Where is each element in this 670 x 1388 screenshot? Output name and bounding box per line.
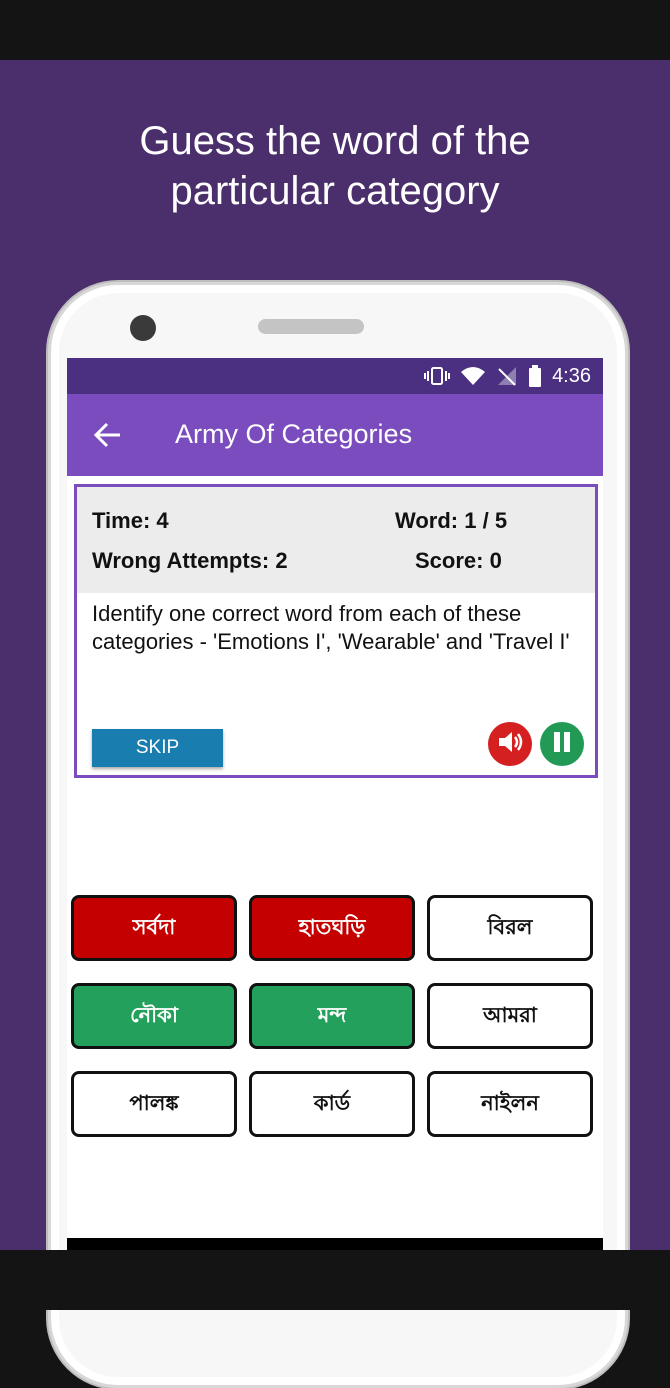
promo-headline: Guess the word of the particular categor… xyxy=(0,116,670,216)
word-tile[interactable]: মন্দ xyxy=(249,983,415,1049)
arrow-left-icon[interactable] xyxy=(93,421,123,449)
word-tile[interactable]: নৌকা xyxy=(71,983,237,1049)
word-tile[interactable]: বিরল xyxy=(427,895,593,961)
app-bar: Army Of Categories xyxy=(67,394,603,476)
word-label: কার্ড xyxy=(313,1090,351,1115)
wrong-attempts-stat: Wrong Attempts: 2 xyxy=(92,548,288,573)
phone-camera xyxy=(130,315,156,341)
pause-button[interactable] xyxy=(540,722,584,766)
sound-button[interactable] xyxy=(488,722,532,766)
speaker-icon xyxy=(495,727,525,762)
word-label: নাইলন xyxy=(481,1090,539,1115)
headline-line-2: particular category xyxy=(170,169,500,213)
vibrate-icon xyxy=(424,366,451,386)
stats-panel: Time: 4 Word: 1 / 5 Wrong Attempts: 2 Sc… xyxy=(77,487,595,593)
word-label: সর্বদা xyxy=(132,914,176,939)
word-label: মন্দ xyxy=(317,1002,347,1027)
word-tile[interactable]: সর্বদা xyxy=(71,895,237,961)
status-bar: 4:36 xyxy=(67,358,603,394)
score-stat: Score: 0 xyxy=(415,548,502,573)
word-progress-stat: Word: 1 / 5 xyxy=(395,508,508,533)
question-card: Time: 4 Word: 1 / 5 Wrong Attempts: 2 Sc… xyxy=(74,484,598,778)
word-tile[interactable]: নাইলন xyxy=(427,1071,593,1137)
no-signal-icon xyxy=(496,366,518,386)
question-text: Identify one correct word from each of t… xyxy=(92,601,570,654)
word-label: নৌকা xyxy=(130,1002,178,1027)
word-tile[interactable]: হাতঘড়ি xyxy=(249,895,415,961)
time-stat: Time: 4 xyxy=(92,508,169,533)
word-label: পালঙ্ক xyxy=(129,1090,179,1115)
battery-icon xyxy=(528,365,542,387)
app-title: Army Of Categories xyxy=(175,419,413,449)
phone-speaker xyxy=(258,319,364,334)
skip-button[interactable]: SKIP xyxy=(92,729,223,767)
status-icons: 4:36 xyxy=(424,358,591,394)
word-tile[interactable]: কার্ড xyxy=(249,1071,415,1137)
status-time: 4:36 xyxy=(552,364,591,387)
word-label: আমরা xyxy=(483,1002,537,1027)
bottom-strip xyxy=(0,1250,670,1310)
word-tile[interactable]: আমরা xyxy=(427,983,593,1049)
word-tile[interactable]: পালঙ্ক xyxy=(71,1071,237,1137)
word-label: বিরল xyxy=(487,914,533,939)
wifi-icon xyxy=(460,366,486,386)
headline-line-1: Guess the word of the xyxy=(139,119,531,163)
word-label: হাতঘড়ি xyxy=(298,914,366,939)
app-screen: 4:36 Army Of Categories Time: 4 Word: 1 … xyxy=(67,358,603,1258)
pause-icon xyxy=(551,730,573,759)
